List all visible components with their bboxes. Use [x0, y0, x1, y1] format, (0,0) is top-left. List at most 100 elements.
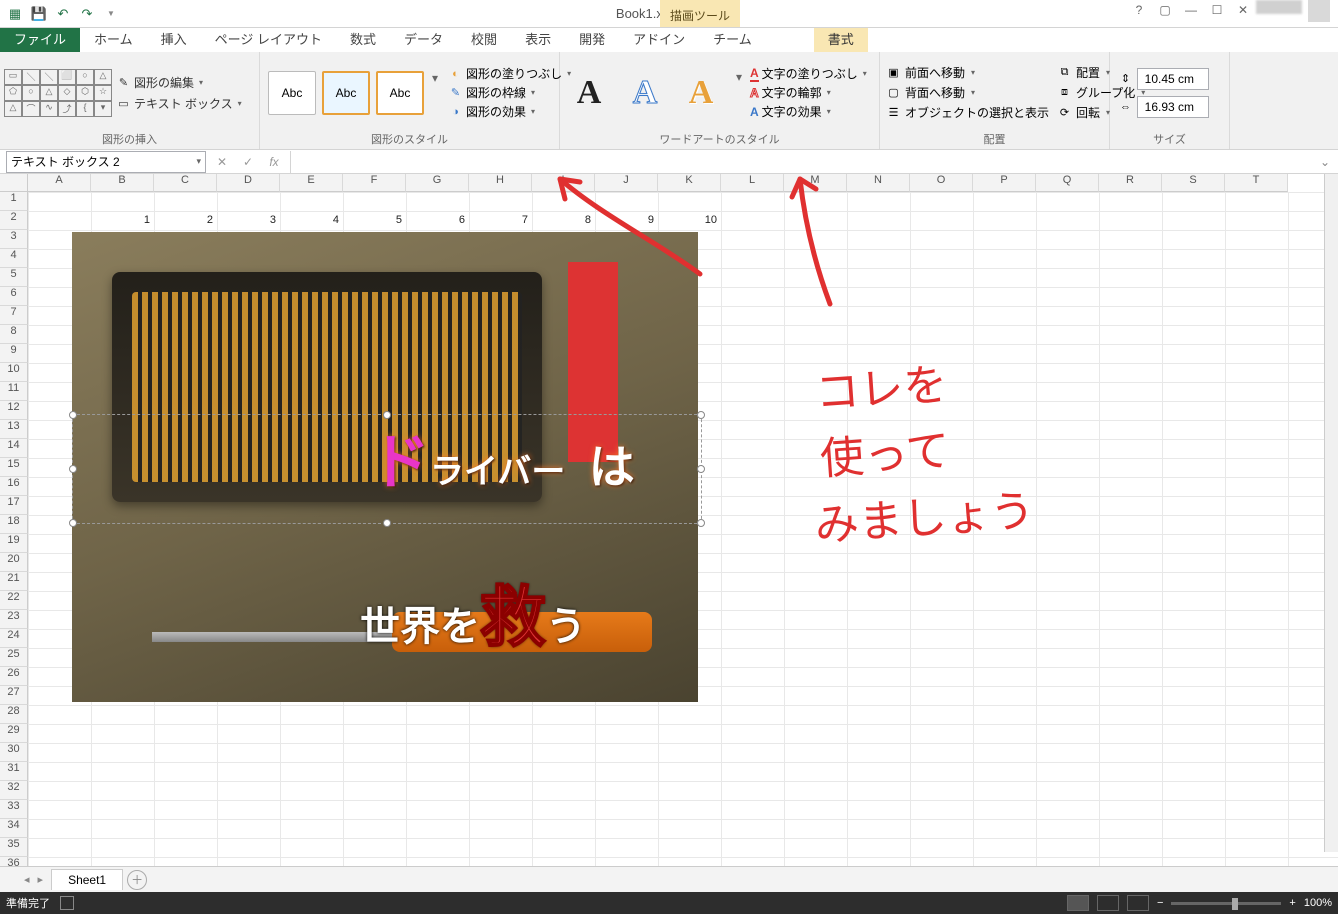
gallery-more-icon[interactable]: ▾ — [430, 71, 440, 115]
bring-forward-button[interactable]: ▣前面へ移動▾ — [884, 64, 1051, 81]
cancel-icon[interactable]: ✕ — [212, 152, 232, 172]
cell-value[interactable]: 6 — [406, 211, 469, 230]
formula-bar-row: テキスト ボックス 2 ✕ ✓ fx ⌄ — [0, 150, 1338, 174]
shape-style-1[interactable]: Abc — [268, 71, 316, 115]
effects-icon: ◑ — [448, 104, 463, 119]
height-icon: ⇕ — [1118, 71, 1133, 86]
vertical-scrollbar[interactable] — [1324, 174, 1338, 852]
zoom-in-icon[interactable]: + — [1289, 897, 1295, 909]
redo-icon[interactable]: ↷ — [76, 3, 98, 25]
page-break-view-icon[interactable] — [1127, 895, 1149, 911]
row-headers[interactable]: 1234567891011121314151617181920212223242… — [0, 192, 28, 866]
sheet-tab-1[interactable]: Sheet1 — [51, 869, 123, 890]
shape-style-2[interactable]: Abc — [322, 71, 370, 115]
cell-value[interactable]: 7 — [469, 211, 532, 230]
maximize-icon[interactable]: ☐ — [1204, 0, 1230, 20]
status-bar: 準備完了 − + 100% — [0, 892, 1338, 914]
undo-icon[interactable]: ↶ — [52, 3, 74, 25]
zoom-out-icon[interactable]: − — [1157, 897, 1163, 909]
close-icon[interactable]: ✕ — [1230, 0, 1256, 20]
window-controls: ? ▢ — ☐ ✕ — [1126, 0, 1336, 22]
send-backward-button[interactable]: ▢背面へ移動▾ — [884, 84, 1051, 101]
shape-styles-gallery[interactable]: Abc Abc Abc ▾ — [264, 67, 444, 119]
zoom-slider[interactable] — [1171, 902, 1281, 905]
text-box-icon: ▭ — [116, 96, 131, 111]
add-sheet-icon[interactable]: ＋ — [127, 870, 147, 890]
edit-shape-icon: ✎ — [116, 75, 131, 90]
avatar[interactable] — [1308, 0, 1330, 22]
cell-value[interactable]: 5 — [343, 211, 406, 230]
width-input[interactable] — [1137, 96, 1209, 118]
wordart-text-1[interactable]: ドライバー は — [370, 414, 635, 501]
tab-insert[interactable]: 挿入 — [147, 25, 201, 52]
cell-value[interactable]: 1 — [91, 211, 154, 230]
text-effects-icon: A — [750, 105, 759, 119]
column-headers[interactable]: ABCDEFGHIJKLMNOPQRST — [28, 174, 1338, 192]
tab-home[interactable]: ホーム — [80, 25, 147, 52]
shape-style-3[interactable]: Abc — [376, 71, 424, 115]
edit-shape-button[interactable]: ✎図形の編集▾ — [116, 74, 242, 91]
tab-page-layout[interactable]: ページ レイアウト — [201, 25, 336, 52]
wordart-text-2[interactable]: 世界を救う — [360, 564, 586, 660]
normal-view-icon[interactable] — [1067, 895, 1089, 911]
macro-record-icon[interactable] — [60, 896, 74, 910]
cell-value[interactable]: 4 — [280, 211, 343, 230]
shape-outline-button[interactable]: ✎図形の枠線▾ — [448, 83, 571, 102]
bring-forward-icon: ▣ — [886, 65, 901, 80]
tab-developer[interactable]: 開発 — [565, 25, 619, 52]
cell-value[interactable]: 8 — [532, 211, 595, 230]
ribbon-display-icon[interactable]: ▢ — [1152, 0, 1178, 20]
expand-formula-bar-icon[interactable]: ⌄ — [1320, 155, 1330, 169]
enter-icon[interactable]: ✓ — [238, 152, 258, 172]
wordart-gallery[interactable]: A A A ▾ — [564, 64, 746, 122]
rotate-icon: ⟳ — [1057, 105, 1072, 120]
width-icon: ⇔ — [1118, 99, 1133, 114]
tab-data[interactable]: データ — [390, 25, 457, 52]
tab-review[interactable]: 校閲 — [457, 25, 511, 52]
tab-file[interactable]: ファイル — [0, 25, 80, 52]
name-box[interactable]: テキスト ボックス 2 — [6, 151, 206, 173]
wordart-more-icon[interactable]: ▾ — [734, 70, 744, 116]
zoom-level[interactable]: 100% — [1304, 897, 1332, 909]
text-box-button[interactable]: ▭テキスト ボックス▾ — [116, 95, 242, 112]
tab-formulas[interactable]: 数式 — [336, 25, 390, 52]
tab-addins[interactable]: アドイン — [619, 25, 699, 52]
select-all-corner[interactable] — [0, 174, 28, 192]
cell-value[interactable]: 2 — [154, 211, 217, 230]
text-outline-button[interactable]: A文字の輪郭▾ — [750, 83, 867, 102]
group-shape-styles: Abc Abc Abc ▾ ◐図形の塗りつぶし▾ ✎図形の枠線▾ ◑図形の効果▾… — [260, 52, 560, 149]
group-wordart-styles: A A A ▾ A文字の塗りつぶし▾ A文字の輪郭▾ A文字の効果▾ ワードアー… — [560, 52, 880, 149]
text-outline-icon: A — [750, 86, 759, 100]
cell-value[interactable]: 10 — [658, 211, 721, 230]
wordart-1[interactable]: A — [566, 70, 612, 116]
group-label-arrange: 配置 — [884, 131, 1105, 149]
height-input[interactable] — [1137, 68, 1209, 90]
shapes-gallery[interactable]: ▭＼＼⬜○△ ⬠○△◇⬡☆ △⌒∿⤴{▾ — [4, 69, 112, 117]
cell-value[interactable]: 9 — [595, 211, 658, 230]
tab-team[interactable]: チーム — [699, 25, 766, 52]
shape-fill-button[interactable]: ◐図形の塗りつぶし▾ — [448, 64, 571, 83]
save-icon[interactable]: 💾 — [28, 3, 50, 25]
shape-effects-button[interactable]: ◑図形の効果▾ — [448, 102, 571, 121]
wordart-2[interactable]: A — [622, 70, 668, 116]
width-row: ⇔ — [1118, 96, 1209, 118]
minimize-icon[interactable]: — — [1178, 0, 1204, 20]
sheet-nav[interactable]: ◂▸ — [20, 873, 47, 886]
height-row: ⇕ — [1118, 68, 1209, 90]
text-fill-button[interactable]: A文字の塗りつぶし▾ — [750, 64, 867, 83]
help-icon[interactable]: ? — [1126, 0, 1152, 20]
sheet-tab-bar: ◂▸ Sheet1 ＋ — [0, 866, 1338, 892]
tab-view[interactable]: 表示 — [511, 25, 565, 52]
group-icon: ⧈ — [1057, 85, 1072, 100]
qat-customize-icon[interactable]: ▼ — [100, 3, 122, 25]
formula-bar[interactable] — [290, 151, 1338, 173]
text-effects-button[interactable]: A文字の効果▾ — [750, 102, 867, 121]
account-name — [1256, 0, 1302, 14]
fx-icon[interactable]: fx — [264, 152, 284, 172]
cell-value[interactable]: 3 — [217, 211, 280, 230]
selection-pane-button[interactable]: ☰オブジェクトの選択と表示 — [884, 104, 1051, 121]
wordart-3[interactable]: A — [678, 70, 724, 116]
page-layout-view-icon[interactable] — [1097, 895, 1119, 911]
paint-bucket-icon: ◐ — [448, 66, 463, 81]
quick-access-toolbar: ▦ 💾 ↶ ↷ ▼ — [0, 3, 126, 25]
